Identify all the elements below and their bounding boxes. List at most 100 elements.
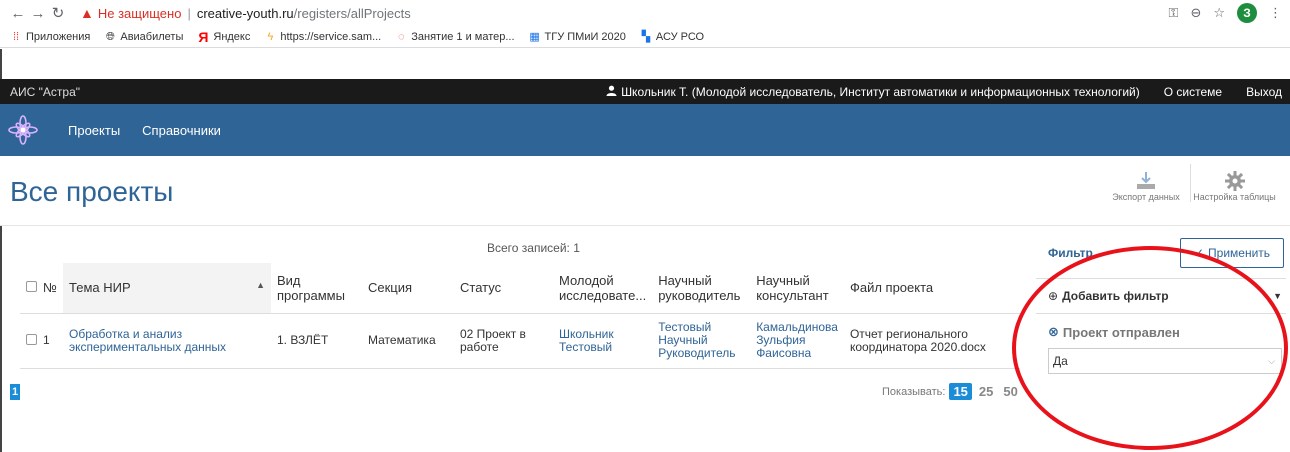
remove-filter-icon[interactable]: ⊗ — [1048, 324, 1059, 340]
bookmark-label: Занятие 1 и матер... — [411, 30, 515, 43]
row-section: Математика — [362, 313, 454, 369]
bookmark-avia[interactable]: 🌐︎ Авиабилеты — [104, 31, 183, 43]
page-size-25[interactable]: 25 — [976, 384, 996, 399]
row-researcher-cell: Школьник Тестовый — [553, 313, 653, 369]
filter-title: Фильтр — [1048, 246, 1093, 260]
page-title: Все проекты — [10, 176, 174, 207]
row-consultant-link[interactable]: Камальдинова Зульфия Фаисовна — [756, 320, 838, 360]
current-user[interactable]: Школьник Т. (Молодой исследователь, Инст… — [606, 85, 1140, 99]
back-arrow-icon[interactable]: ← — [8, 5, 28, 22]
add-filter-label: Добавить фильтр — [1062, 289, 1169, 303]
row-topic-link[interactable]: Обработка и анализ экспериментальных дан… — [69, 327, 226, 354]
nav-references[interactable]: Справочники — [142, 123, 221, 138]
col-status[interactable]: Статус — [454, 263, 553, 314]
plus-circle-icon: ⊕ — [1048, 289, 1059, 303]
blocks-icon: ▚ — [641, 30, 651, 43]
bookmark-label: ТГУ ПМиИ 2020 — [544, 30, 626, 43]
select-all-checkbox[interactable] — [26, 281, 37, 293]
lightning-icon: ϟ — [267, 30, 274, 43]
col-section[interactable]: Секция — [362, 263, 454, 314]
download-icon — [1102, 164, 1190, 192]
export-button[interactable]: Экспорт данных — [1102, 164, 1190, 202]
row-consultant-cell: Камальдинова Зульфия Фаисовна — [750, 313, 844, 369]
col-file[interactable]: Файл проекта — [843, 263, 1020, 314]
row-number: 1 — [43, 313, 63, 369]
col-program[interactable]: Вид программы — [271, 263, 362, 314]
profile-avatar[interactable]: З — [1237, 3, 1257, 23]
table-row[interactable]: 1 Обработка и анализ экспериментальных д… — [20, 313, 1020, 369]
row-researcher-link[interactable]: Школьник Тестовый — [559, 327, 614, 354]
zoom-icon[interactable]: ⊖ — [1190, 5, 1201, 21]
bookmark-label: Авиабилеты — [120, 30, 184, 43]
row-status: 02 Проект в работе — [454, 313, 553, 369]
bookmark-lesson[interactable]: ◌ Занятие 1 и матер... — [395, 30, 515, 43]
url-field[interactable]: creative-youth.ru/registers/allProjects — [197, 6, 411, 21]
apply-filter-button[interactable]: ✓ Применить — [1180, 238, 1284, 268]
row-select-cell — [20, 313, 43, 369]
circle-icon: ◌ — [397, 30, 405, 43]
col-researcher[interactable]: Молодой исследовате... — [553, 263, 653, 314]
chevron-down-icon: ⌵ — [1268, 355, 1275, 366]
select-all-cell — [20, 263, 43, 314]
user-icon — [606, 85, 617, 99]
col-topic[interactable]: Тема НИР ▲ — [63, 263, 271, 314]
astra-logo[interactable] — [0, 104, 46, 156]
page-header: Все проекты Экспорт данных Настройка таб… — [0, 156, 1290, 226]
export-label: Экспорт данных — [1112, 192, 1180, 202]
calendar-icon: ▦ — [529, 30, 540, 43]
col-supervisor[interactable]: Научный руководитель — [652, 263, 751, 314]
bookmark-label: Яндекс — [213, 30, 251, 43]
nav-projects[interactable]: Проекты — [68, 123, 120, 138]
logout-link[interactable]: Выход — [1246, 85, 1282, 99]
yandex-icon: Я — [198, 28, 209, 45]
total-records: Всего записей: 1 — [487, 241, 580, 255]
page-size-selector: Показывать: 15 25 50 — [882, 383, 1021, 400]
star-icon[interactable]: ☆ — [1213, 5, 1225, 21]
row-supervisor-link[interactable]: Тестовый Научный Руководитель — [658, 320, 735, 360]
table-settings-button[interactable]: Настройка таблицы — [1190, 164, 1278, 202]
browser-actions: ⚿ ⊖ ☆ З ⋮ — [1169, 3, 1282, 23]
reload-icon[interactable]: ↻ — [48, 4, 68, 22]
projects-table: № Тема НИР ▲ Вид программы Секция Статус … — [20, 263, 1020, 369]
page-size-50[interactable]: 50 — [1000, 384, 1020, 399]
user-name: Школьник Т. (Молодой исследователь, Инст… — [621, 84, 1140, 99]
app-brand: АИС "Астра" — [10, 84, 80, 99]
bookmark-yandex[interactable]: Я Яндекс — [197, 28, 251, 45]
page-tools: Экспорт данных Настройка таблицы — [1102, 164, 1278, 202]
url-separator: | — [187, 5, 191, 21]
col-number[interactable]: № — [43, 263, 63, 314]
apply-label: Применить — [1208, 246, 1271, 260]
row-program: 1. ВЗЛЁТ — [271, 313, 362, 369]
pagination-current-page[interactable]: 1 — [10, 384, 20, 400]
url-path: /registers/allProjects — [293, 5, 411, 21]
add-filter-dropdown[interactable]: ⊕ Добавить фильтр ▼ — [1036, 278, 1286, 314]
topbar-right: Школьник Т. (Молодой исследователь, Инст… — [606, 79, 1282, 104]
filter-value-select[interactable]: Да ⌵ — [1048, 348, 1282, 374]
insecure-label: Не защищено — [97, 5, 182, 21]
bookmark-apps[interactable]: ⁞⁞ Приложения — [10, 31, 90, 43]
apps-grid-icon: ⁞⁞ — [12, 30, 20, 43]
filter-value: Да — [1053, 354, 1068, 368]
bookmark-label: Приложения — [26, 30, 91, 43]
menu-dots-icon[interactable]: ⋮ — [1269, 5, 1282, 21]
main-nav: Проекты Справочники — [0, 104, 1290, 156]
bookmark-asu[interactable]: ▚ АСУ РСО — [640, 31, 704, 43]
page-size-15[interactable]: 15 — [949, 383, 972, 400]
bookmarks-bar: ⁞⁞ Приложения 🌐︎ Авиабилеты Я Яндекс ϟ h… — [0, 26, 1290, 48]
row-topic-cell: Обработка и анализ экспериментальных дан… — [63, 313, 271, 369]
row-checkbox[interactable] — [26, 333, 37, 345]
about-link[interactable]: О системе — [1164, 85, 1222, 99]
key-icon[interactable]: ⚿ — [1169, 5, 1179, 21]
app-topbar: АИС "Астра" Школьник Т. (Молодой исследо… — [0, 79, 1290, 104]
check-icon: ✓ — [1193, 246, 1205, 260]
sort-asc-icon: ▲ — [256, 280, 265, 291]
row-file[interactable]: Отчет регионального координатора 2020.do… — [843, 313, 1020, 369]
col-consultant[interactable]: Научный консультант — [750, 263, 844, 314]
filter-field-label: Проект отправлен — [1062, 324, 1180, 340]
bookmark-tgu[interactable]: ▦ ТГУ ПМиИ 2020 — [529, 31, 626, 43]
bookmark-service[interactable]: ϟ https://service.sam... — [264, 31, 381, 43]
caret-down-icon: ▼ — [1273, 291, 1282, 301]
globe-icon: 🌐︎ — [105, 30, 115, 43]
forward-arrow-icon[interactable]: → — [28, 5, 48, 22]
row-supervisor-cell: Тестовый Научный Руководитель — [652, 313, 751, 369]
